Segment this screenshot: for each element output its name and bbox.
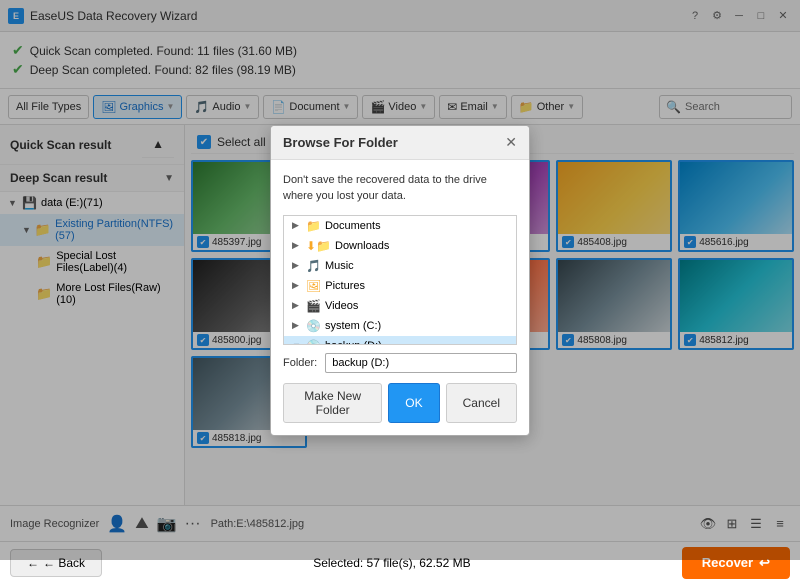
- expand-icon-dl: ▶: [292, 240, 302, 251]
- videos-folder-icon: 🎬: [306, 299, 321, 313]
- ftree-label-backup-d: backup (D:): [325, 340, 382, 345]
- ftree-label-documents: Documents: [325, 220, 381, 232]
- drive-icon-c: 💿: [306, 319, 321, 333]
- dialog-buttons: Make New Folder OK Cancel: [283, 383, 517, 423]
- ftree-label-downloads: Downloads: [335, 240, 389, 252]
- dialog-title-bar: Browse For Folder ✕: [271, 126, 529, 160]
- ftree-item-pictures[interactable]: ▶ 🖼 Pictures: [284, 276, 516, 296]
- dialog-body: Don't save the recovered data to the dri…: [271, 160, 529, 435]
- ftree-label-music: Music: [325, 260, 354, 272]
- ok-button[interactable]: OK: [388, 383, 439, 423]
- dialog-title-text: Browse For Folder: [283, 135, 398, 150]
- ftree-item-videos[interactable]: ▶ 🎬 Videos: [284, 296, 516, 316]
- folder-icon-docs: 📁: [306, 219, 321, 233]
- expand-icon-videos: ▶: [292, 300, 302, 311]
- pictures-folder-icon: 🖼: [306, 279, 321, 293]
- ftree-label-system-c: system (C:): [325, 320, 381, 332]
- ftree-label-pictures: Pictures: [325, 280, 365, 292]
- cancel-button[interactable]: Cancel: [446, 383, 517, 423]
- expand-icon-docs: ▶: [292, 220, 302, 231]
- folder-tree[interactable]: ▶ 📁 Documents ▶ ⬇📁 Downloads ▶ 🎵 Music ▶…: [283, 215, 517, 345]
- expand-icon-pics: ▶: [292, 280, 302, 291]
- ftree-item-system-c[interactable]: ▶ 💿 system (C:): [284, 316, 516, 336]
- expand-icon-d: ▼: [292, 341, 302, 345]
- expand-icon-music: ▶: [292, 260, 302, 271]
- dialog-warning-text: Don't save the recovered data to the dri…: [283, 172, 517, 205]
- folder-field-label: Folder:: [283, 357, 317, 369]
- ftree-item-backup-d[interactable]: ▼ 💿 backup (D:): [284, 336, 516, 345]
- make-new-folder-button[interactable]: Make New Folder: [283, 383, 382, 423]
- dialog-overlay: Browse For Folder ✕ Don't save the recov…: [0, 0, 800, 560]
- ftree-item-downloads[interactable]: ▶ ⬇📁 Downloads: [284, 236, 516, 256]
- folder-path-input[interactable]: [325, 353, 517, 373]
- ftree-item-documents[interactable]: ▶ 📁 Documents: [284, 216, 516, 236]
- drive-icon-d: 💿: [306, 339, 321, 345]
- browse-folder-dialog: Browse For Folder ✕ Don't save the recov…: [270, 125, 530, 436]
- folder-label-row: Folder:: [283, 353, 517, 373]
- folder-icon-dl: ⬇📁: [306, 239, 331, 253]
- ftree-item-music[interactable]: ▶ 🎵 Music: [284, 256, 516, 276]
- expand-icon-c: ▶: [292, 320, 302, 331]
- ftree-label-videos: Videos: [325, 300, 358, 312]
- dialog-close-button[interactable]: ✕: [505, 134, 517, 151]
- music-folder-icon: 🎵: [306, 259, 321, 273]
